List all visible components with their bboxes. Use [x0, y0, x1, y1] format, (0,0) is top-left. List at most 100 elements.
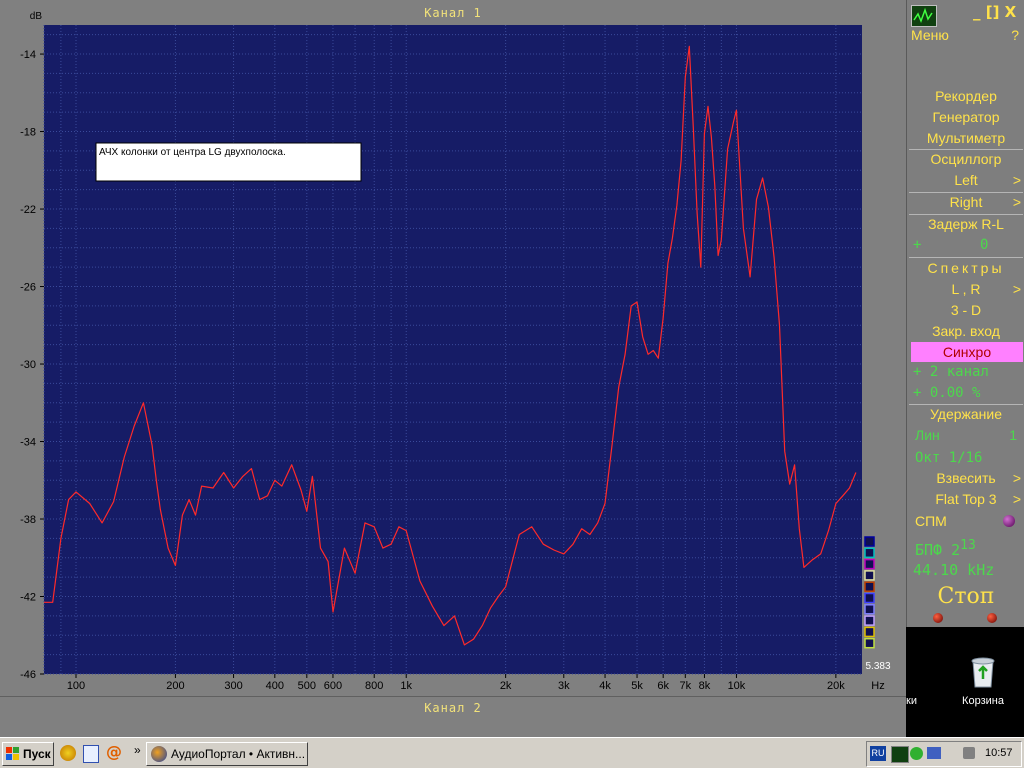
right-led-icon: [987, 613, 997, 623]
sync-level[interactable]: + 0.00 %: [913, 385, 1024, 401]
x-tick-label: 20k: [827, 680, 845, 692]
hold-label: Удержание: [929, 406, 1003, 422]
right-arrow-icon: >: [1012, 194, 1021, 210]
hold-button[interactable]: Удержание: [907, 406, 1024, 422]
divider: [909, 404, 1023, 405]
x-tick-label: 800: [365, 680, 383, 692]
generator-label: Генератор: [932, 109, 1000, 125]
window-controls[interactable]: _ [] X: [973, 3, 1016, 21]
window-arrow-icon: >: [1012, 491, 1021, 507]
spectrum-chart: -14 -18 -22 -26 -30 -34 -38 -42 -46 100 200 300 400 5…: [20, 11, 891, 692]
octave-setting[interactable]: Окт 1/16: [915, 450, 1024, 466]
swatch-2: [864, 547, 875, 559]
recycle-bin-icon: [971, 657, 995, 688]
app-logo-icon: [911, 5, 937, 27]
lr-button[interactable]: L , R >: [907, 281, 1024, 297]
clock: 10:57: [985, 747, 1013, 759]
3d-button[interactable]: 3 - D: [907, 302, 1024, 318]
scale-value: 5.383: [865, 661, 890, 672]
x-tick-label: 5k: [631, 680, 643, 692]
weight-label: Взвесить: [936, 470, 996, 486]
swatch-1: [864, 536, 875, 547]
y-tick-label: -42: [20, 592, 36, 604]
menu-button[interactable]: Меню: [911, 27, 949, 43]
recycle-bin[interactable]: Корзина: [950, 655, 1016, 715]
right-label: Right: [949, 194, 983, 210]
x-axis-unit: Hz: [871, 680, 884, 692]
x-tick-label: 300: [224, 680, 242, 692]
x-tick-label: 10k: [728, 680, 746, 692]
quicklaunch-notes-icon[interactable]: [83, 745, 99, 763]
y-tick-label: -46: [20, 669, 36, 681]
desktop-area: ки Корзина: [906, 627, 1024, 737]
x-tick-label: 3k: [558, 680, 570, 692]
help-button[interactable]: ?: [1011, 27, 1019, 43]
y-tick-label: -14: [20, 49, 36, 61]
lin-label: Лин: [915, 427, 940, 443]
swatch-3: [864, 558, 875, 570]
recycle-bin-label: Корзина: [962, 695, 1004, 707]
analyzer-window: -14 -18 -22 -26 -30 -34 -38 -42 -46 100 200 300 400 5…: [0, 0, 906, 737]
window-function-label: Flat Top 3: [935, 491, 997, 507]
left-arrow-icon: >: [1012, 172, 1021, 188]
channel-2-title: Канал 2: [424, 701, 482, 715]
generator-button[interactable]: Генератор: [907, 109, 1024, 125]
sync-channel[interactable]: + 2 канал: [913, 364, 1024, 380]
delay-button[interactable]: Задерж R-L: [907, 216, 1024, 232]
multimeter-label: Мультиметр: [926, 130, 1006, 146]
delay-label: Задерж R-L: [928, 216, 1004, 232]
network-tray-icon[interactable]: [927, 747, 941, 759]
left-label: Left: [954, 172, 978, 188]
left-led-icon: [933, 613, 943, 623]
start-label: Пуск: [23, 747, 51, 761]
spectra-button[interactable]: Спектры: [907, 260, 1024, 276]
x-tick-label: 200: [166, 680, 184, 692]
y-tick-label: -22: [20, 204, 36, 216]
task-title: АудиоПортал • Активн...: [171, 747, 306, 761]
multimeter-button[interactable]: Мультиметр: [907, 130, 1024, 146]
swatch-6: [864, 592, 875, 604]
3d-label: 3 - D: [950, 302, 982, 318]
oscilloscope-button[interactable]: Осциллогр: [907, 151, 1024, 167]
right-channel-button[interactable]: Right >: [907, 194, 1024, 210]
channel-1-title: Канал 1: [424, 6, 482, 20]
y-tick-label: -38: [20, 514, 36, 526]
recorder-button[interactable]: Рекордер: [907, 88, 1024, 104]
x-tick-label: 6k: [657, 680, 669, 692]
x-tick-label: 400: [266, 680, 284, 692]
desktop-partial-label: ки: [906, 695, 917, 707]
fft-exponent: 13: [960, 538, 976, 553]
language-indicator[interactable]: RU: [870, 746, 886, 761]
closed-input-button[interactable]: Закр. вход: [907, 323, 1024, 339]
control-panel: _ [] X Меню ? Рекордер Генератор Мультим…: [906, 0, 1024, 627]
volume-tray-icon[interactable]: [963, 747, 975, 759]
sample-rate[interactable]: 44.10 kHz: [913, 561, 1024, 579]
fft-label: БПФ 2: [915, 541, 961, 559]
weight-button[interactable]: Взвесить >: [907, 470, 1024, 486]
start-button[interactable]: Пуск: [2, 742, 54, 766]
taskbar-task-browser[interactable]: АудиоПортал • Активн...: [146, 742, 308, 766]
curve-swatches: [864, 536, 875, 649]
sync-tray-icon[interactable]: [910, 747, 923, 760]
y-tick-label: -30: [20, 359, 36, 371]
closed-input-label: Закр. вход: [932, 323, 1000, 339]
spectra-label: Спектры: [927, 260, 1005, 276]
stop-button[interactable]: Стоп: [907, 584, 1024, 609]
fft-size[interactable]: БПФ 213: [915, 538, 1024, 559]
x-tick-label: 2k: [500, 680, 512, 692]
left-channel-button[interactable]: Left >: [907, 172, 1024, 188]
window-function-button[interactable]: Flat Top 3 >: [907, 491, 1024, 507]
divider: [909, 149, 1023, 150]
sync-button[interactable]: Синхро: [911, 342, 1023, 362]
quicklaunch-chevron-icon[interactable]: »: [134, 743, 141, 757]
swatch-9: [864, 626, 875, 638]
quicklaunch-mail-icon[interactable]: @: [106, 742, 122, 761]
quicklaunch-browser-icon[interactable]: [60, 745, 76, 761]
oscilloscope-label: Осциллогр: [930, 151, 1002, 167]
stop-label: Стоп: [937, 584, 995, 609]
y-tick-label: -18: [20, 127, 36, 139]
divider: [909, 214, 1023, 215]
lr-arrow-icon: >: [1012, 281, 1021, 297]
analyzer-tray-icon[interactable]: [891, 746, 909, 763]
firefox-icon: [151, 746, 167, 762]
